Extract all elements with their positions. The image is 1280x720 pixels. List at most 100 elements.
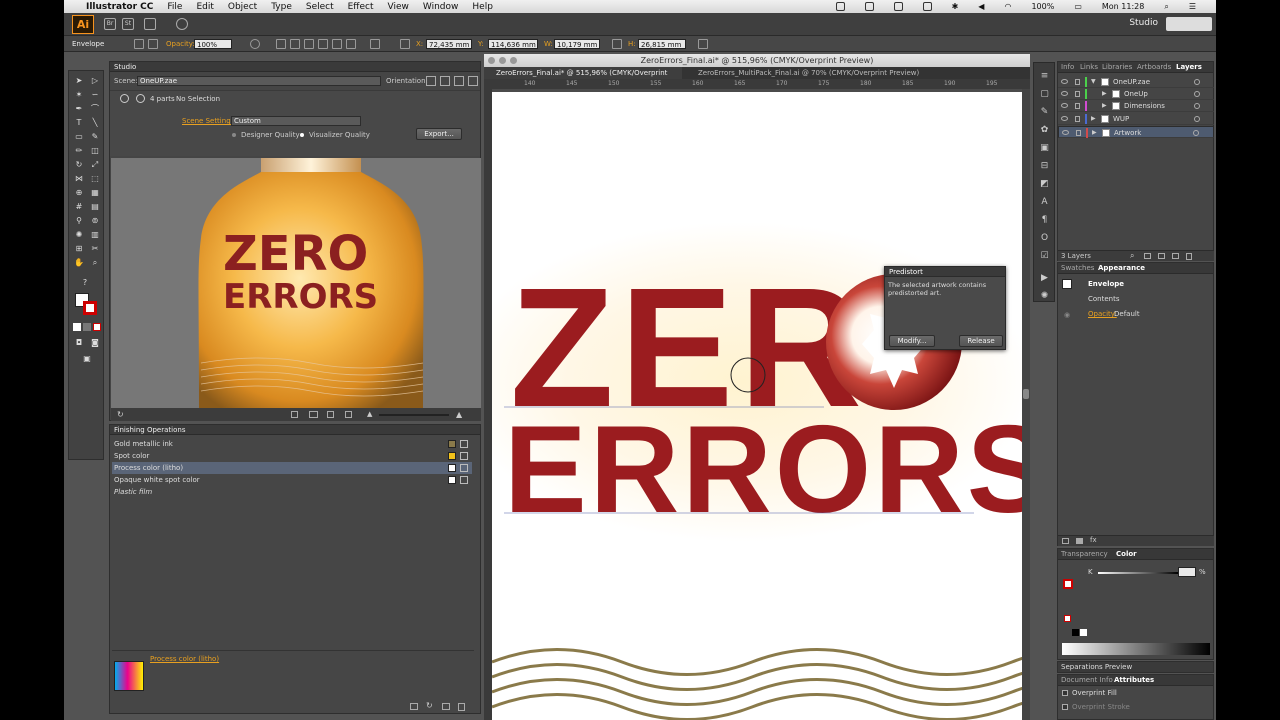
new-sublayer-icon[interactable] bbox=[1158, 253, 1165, 259]
menu-edit[interactable]: Edit bbox=[196, 2, 213, 12]
tab-links[interactable]: Links bbox=[1080, 63, 1098, 71]
camera-icon[interactable] bbox=[309, 411, 318, 418]
appearance-contents[interactable]: Contents bbox=[1088, 295, 1120, 303]
checklist-icon[interactable]: ☑ bbox=[1039, 251, 1050, 262]
menu-select[interactable]: Select bbox=[306, 2, 334, 12]
recolor-icon[interactable] bbox=[250, 39, 260, 49]
search-stock-input[interactable] bbox=[1166, 17, 1212, 31]
lock-icon[interactable] bbox=[1075, 79, 1080, 85]
expand-triangle-icon[interactable]: ▶ bbox=[1092, 127, 1097, 139]
studio-panel-title[interactable]: Studio bbox=[110, 62, 480, 72]
lock-icon[interactable] bbox=[1075, 103, 1080, 109]
add-stroke-icon[interactable] bbox=[1062, 538, 1069, 544]
artboard-tool-icon[interactable]: ⊞ bbox=[73, 243, 85, 255]
actions-icon[interactable]: ▶ bbox=[1039, 273, 1050, 284]
gradient-tool-icon[interactable]: ▤ bbox=[89, 201, 101, 213]
eraser-tool-icon[interactable]: ◫ bbox=[89, 145, 101, 157]
tab-swatches[interactable]: Swatches bbox=[1061, 264, 1094, 272]
cube-icon[interactable] bbox=[327, 411, 334, 418]
align-bottom-icon[interactable] bbox=[346, 39, 356, 49]
layer-row-selected[interactable]: ▶ Artwork bbox=[1058, 126, 1214, 138]
finishing-row-option[interactable] bbox=[460, 440, 468, 448]
rotate-tool-icon[interactable]: ↻ bbox=[73, 159, 85, 171]
zoom-out-icon[interactable]: ▲ bbox=[367, 410, 372, 418]
pencil-tool-icon[interactable]: ✏ bbox=[73, 145, 85, 157]
lock-icon[interactable] bbox=[1075, 91, 1080, 97]
layer-row[interactable]: ▶ Dimensions bbox=[1058, 100, 1214, 112]
color-mode-icon[interactable] bbox=[73, 323, 81, 331]
expand-triangle-icon[interactable]: ▶ bbox=[1102, 88, 1107, 100]
visibility-eye-icon[interactable] bbox=[1061, 79, 1068, 84]
workspace-switcher[interactable]: Studio bbox=[1129, 18, 1158, 28]
modify-button[interactable]: Modify... bbox=[889, 335, 935, 347]
visibility-eye-icon[interactable] bbox=[1061, 91, 1068, 96]
perspective-grid-tool-icon[interactable]: ▦ bbox=[89, 187, 101, 199]
menu-window[interactable]: Window bbox=[423, 2, 459, 12]
menu-effect[interactable]: Effect bbox=[348, 2, 374, 12]
clipping-mask-icon[interactable] bbox=[1144, 253, 1151, 259]
graph-tool-icon[interactable]: ▥ bbox=[89, 229, 101, 241]
k-value-field[interactable] bbox=[1178, 567, 1196, 577]
align-left-icon[interactable] bbox=[276, 39, 286, 49]
finishing-row[interactable]: Spot color bbox=[112, 450, 472, 462]
layer-row[interactable]: ▶ WUP bbox=[1058, 113, 1214, 125]
tab-zeroerrors-multipack[interactable]: ZeroErrors_MultiPack_Final.ai @ 70% (CMY… bbox=[686, 67, 926, 79]
spotlight-icon[interactable]: ⌕ bbox=[1164, 2, 1168, 12]
scene-settings-select[interactable]: Custom bbox=[231, 116, 361, 126]
scene-settings-label[interactable]: Scene Settings: bbox=[182, 117, 237, 125]
type-tool-icon[interactable]: T bbox=[73, 117, 85, 129]
appearance-eye-icon[interactable]: ◉ bbox=[1064, 311, 1070, 319]
menu-file[interactable]: File bbox=[167, 2, 182, 12]
target-icon[interactable] bbox=[1194, 91, 1200, 97]
add-effect-icon[interactable]: fx bbox=[1090, 536, 1097, 544]
time-machine-icon[interactable] bbox=[922, 2, 932, 11]
line-tool-icon[interactable]: ╲ bbox=[89, 117, 101, 129]
collapse-parts-icon[interactable] bbox=[120, 94, 129, 103]
tab-artboards[interactable]: Artboards bbox=[1137, 63, 1171, 71]
character-icon[interactable]: A bbox=[1039, 197, 1050, 208]
scene-select[interactable]: OneUP.zae bbox=[137, 76, 381, 86]
tab-layers[interactable]: Layers bbox=[1176, 63, 1202, 71]
export-button[interactable]: Export... bbox=[416, 128, 462, 140]
edit-envelope-icon[interactable] bbox=[134, 39, 144, 49]
x-field[interactable]: 72,435 mm bbox=[426, 39, 472, 49]
magic-wand-tool-icon[interactable]: ✶ bbox=[73, 89, 85, 101]
layer-name[interactable]: OneUp bbox=[1124, 88, 1148, 100]
orientation-back-icon[interactable] bbox=[454, 76, 464, 86]
hand-tool-icon[interactable]: ✋ bbox=[73, 257, 85, 269]
new-operation-icon[interactable] bbox=[442, 703, 450, 710]
finishing-row[interactable]: Gold metallic ink bbox=[112, 438, 472, 450]
opentype-icon[interactable]: O bbox=[1039, 233, 1050, 244]
settings-icon[interactable]: ✺ bbox=[1039, 291, 1050, 302]
overprint-fill-checkbox[interactable] bbox=[1062, 690, 1068, 696]
expand-triangle-icon[interactable]: ▶ bbox=[1102, 100, 1107, 112]
tab-libraries[interactable]: Libraries bbox=[1102, 63, 1132, 71]
add-fill-icon[interactable] bbox=[1076, 538, 1083, 544]
orientation-front-icon[interactable] bbox=[426, 76, 436, 86]
artboard-canvas[interactable]: ZER ERRORS bbox=[492, 92, 1022, 720]
mesh-tool-icon[interactable]: # bbox=[73, 201, 85, 213]
layer-row[interactable]: ▶ OneUp bbox=[1058, 88, 1214, 100]
gradient-mode-icon[interactable] bbox=[83, 323, 91, 331]
dropbox-icon[interactable] bbox=[864, 2, 874, 11]
finishing-panel-title[interactable]: Finishing Operations bbox=[110, 425, 480, 435]
w-field[interactable]: 10,179 mm bbox=[554, 39, 600, 49]
menu-app-name[interactable]: Illustrator CC bbox=[86, 2, 153, 12]
tab-info[interactable]: Info bbox=[1061, 63, 1074, 71]
add-operation-icon[interactable] bbox=[410, 703, 418, 710]
sync-operation-icon[interactable]: ↻ bbox=[426, 701, 433, 710]
target-icon[interactable] bbox=[1194, 116, 1200, 122]
overprint-stroke-checkbox[interactable] bbox=[1062, 704, 1068, 710]
screen-mode-icon[interactable]: ▣ bbox=[81, 353, 93, 365]
target-icon[interactable] bbox=[1193, 130, 1199, 136]
scroll-thumb[interactable] bbox=[1023, 389, 1029, 399]
layer-name[interactable]: Dimensions bbox=[1124, 100, 1165, 112]
expand-triangle-icon[interactable]: ▼ bbox=[1091, 76, 1096, 88]
reference-point-icon[interactable] bbox=[400, 39, 410, 49]
opacity-label[interactable]: Opacity: bbox=[166, 40, 195, 48]
menu-object[interactable]: Object bbox=[228, 2, 257, 12]
tab-document-info[interactable]: Document Info bbox=[1061, 676, 1113, 684]
menu-help[interactable]: Help bbox=[472, 2, 493, 12]
finishing-row-selected[interactable]: Process color (litho) bbox=[112, 462, 472, 474]
finishing-row-option[interactable] bbox=[460, 464, 468, 472]
